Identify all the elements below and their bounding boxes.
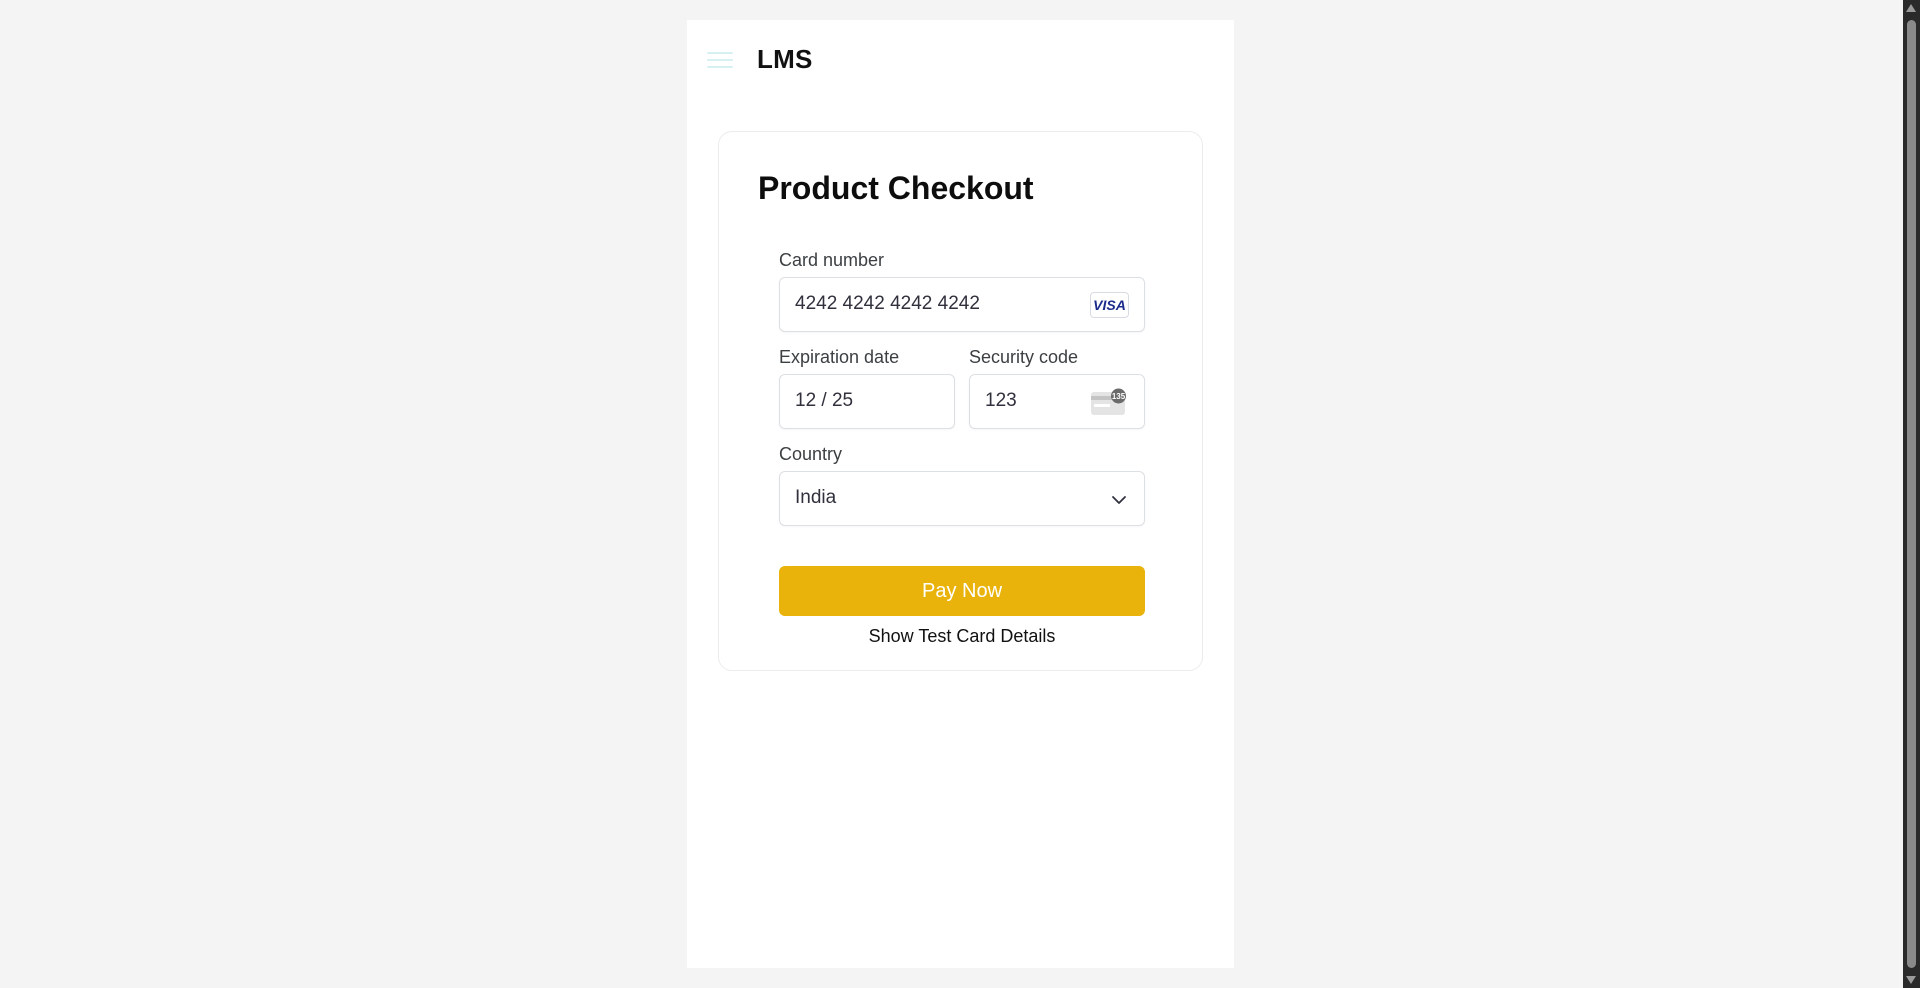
- card-number-field[interactable]: 4242 4242 4242 4242 VISA: [779, 277, 1145, 332]
- app-title: LMS: [757, 44, 813, 74]
- security-code-field[interactable]: 123 135: [969, 374, 1145, 429]
- menu-line: [707, 59, 733, 61]
- country-selected-value: India: [795, 487, 837, 508]
- country-label: Country: [779, 444, 843, 464]
- menu-line: [707, 52, 733, 54]
- security-code-value: 123: [985, 390, 1017, 411]
- cvc-card-icon: 135: [1091, 388, 1126, 415]
- card-number-label: Card number: [779, 250, 885, 270]
- chevron-down-icon: [1112, 496, 1126, 504]
- pay-now-button[interactable]: Pay Now: [779, 566, 1145, 616]
- country-select[interactable]: India: [779, 471, 1145, 526]
- expiration-date-label: Expiration date: [779, 347, 900, 367]
- cvc-icon-text: 135: [1112, 392, 1126, 401]
- card-number-value: 4242 4242 4242 4242: [795, 293, 980, 314]
- scroll-up-icon[interactable]: [1906, 4, 1916, 12]
- visa-card-icon: VISA: [1090, 292, 1129, 318]
- browser-viewport: LMS Product Checkout Card number 4242 42…: [0, 0, 1920, 988]
- page-title: Product Checkout: [758, 170, 1034, 206]
- app-frame: LMS Product Checkout Card number 4242 42…: [687, 20, 1234, 968]
- page-scrollbar[interactable]: [1903, 0, 1920, 988]
- scrollbar-thumb[interactable]: [1907, 20, 1916, 968]
- security-code-label: Security code: [969, 347, 1079, 367]
- checkout-card: Product Checkout Card number 4242 4242 4…: [718, 131, 1203, 671]
- hamburger-menu-icon[interactable]: [707, 50, 733, 70]
- expiration-date-field[interactable]: 12 / 25: [779, 374, 955, 429]
- scroll-down-icon[interactable]: [1906, 976, 1916, 984]
- expiration-date-value: 12 / 25: [795, 390, 854, 411]
- menu-line: [707, 66, 733, 68]
- show-test-card-details-link[interactable]: Show Test Card Details: [779, 626, 1145, 647]
- top-bar: LMS: [687, 20, 1234, 100]
